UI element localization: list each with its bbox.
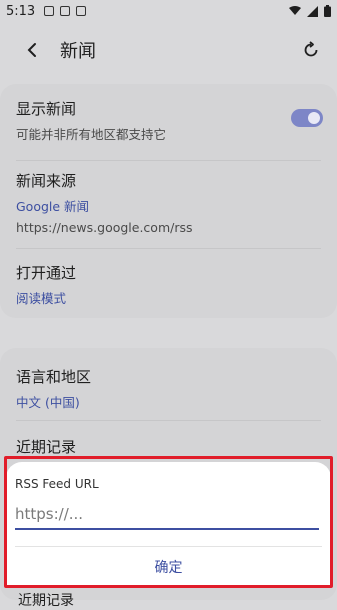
divider [16,160,321,161]
news-source-title: 新闻来源 [16,172,77,190]
page-title: 新闻 [60,41,96,62]
recent-title: 近期记录 [16,438,77,456]
battery-icon [324,5,331,17]
language-region-value: 中文 (中国) [16,395,80,410]
open-via-title: 打开通过 [16,264,77,282]
recent-row[interactable]: 近期记录 [16,436,321,457]
divider [16,420,321,421]
refresh-button[interactable] [297,36,325,64]
news-settings-card: 显示新闻 可能并非所有地区都支持它 新闻来源 Google 新闻 https:/… [0,84,337,318]
app-header: 新闻 [0,24,337,76]
wifi-icon [289,6,301,15]
news-source-row[interactable]: 新闻来源 Google 新闻 https://news.google.com/r… [16,170,321,235]
status-bar: 5:13 [0,0,337,24]
status-time: 5:13 [6,4,36,19]
show-news-subtitle: 可能并非所有地区都支持它 [16,127,167,142]
open-via-row[interactable]: 打开通过 阅读模式 [16,262,321,307]
open-via-value: 阅读模式 [16,291,67,306]
toggle-knob [308,112,320,124]
show-news-toggle[interactable] [291,109,323,127]
show-news-row[interactable]: 显示新闻 可能并非所有地区都支持它 [16,98,321,143]
news-source-provider: Google 新闻 [16,199,90,214]
divider [16,248,321,249]
bottom-peek-text: 近期记录 [18,593,74,609]
news-source-url: https://news.google.com/rss [16,220,193,235]
show-news-title: 显示新闻 [16,100,77,118]
signal-icon [307,5,318,17]
app-notification-icon [60,6,70,16]
language-region-title: 语言和地区 [16,368,92,386]
highlight-outline [4,456,333,588]
download-notification-icon [76,6,86,16]
notification-icon [44,6,54,16]
back-arrow-icon [27,43,36,57]
notification-icons [44,6,86,16]
language-region-row[interactable]: 语言和地区 中文 (中国) [16,366,321,411]
back-button[interactable] [18,36,46,64]
system-icons [289,5,331,17]
refresh-icon [304,41,318,57]
